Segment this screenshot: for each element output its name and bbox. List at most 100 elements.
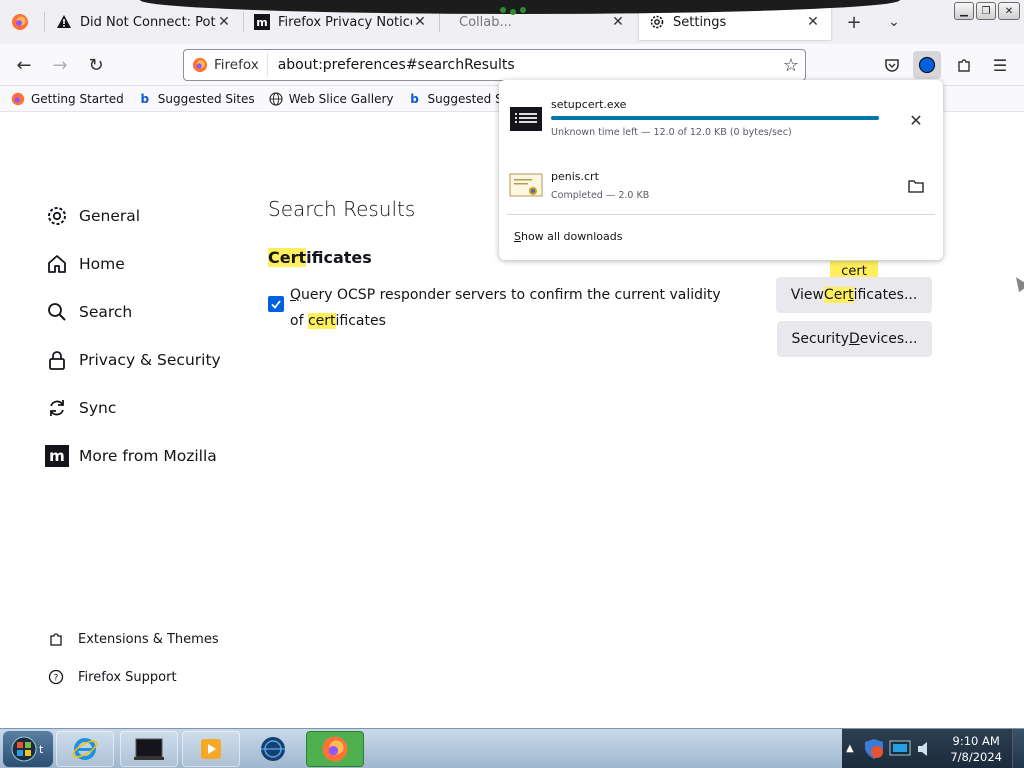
search-highlight: Cert (268, 248, 307, 267)
bookmark-web-slice-gallery[interactable]: Web Slice Gallery (268, 91, 393, 107)
reload-icon: ↻ (88, 54, 104, 76)
sidebar-item-label: Sync (79, 399, 117, 417)
sidebar-link-extensions-themes[interactable]: Extensions & Themes (47, 620, 257, 658)
taskbar-terminal[interactable] (120, 731, 178, 767)
sidebar-link-label: Extensions & Themes (78, 631, 219, 647)
sidebar-item-home[interactable]: Home (45, 240, 255, 288)
view-certificates-button[interactable]: View Cer t ificates... (776, 277, 932, 313)
terminal-icon (134, 738, 164, 760)
bookmark-star-button[interactable]: ☆ (777, 55, 805, 76)
sidebar-link-label: Firefox Support (78, 669, 177, 685)
search-highlight: cert (307, 313, 336, 329)
identity-box[interactable]: Firefox (184, 53, 268, 77)
bookmark-label: Getting Started (31, 91, 124, 106)
url-bar[interactable]: Firefox about:preferences#searchResults … (183, 49, 806, 81)
page-title: Search Results (268, 197, 416, 221)
sidebar-item-sync[interactable]: Sync (45, 384, 255, 432)
media-player-icon (201, 739, 221, 759)
downloads-panel: setupcert.exe Unknown time left — 12.0 o… (499, 80, 943, 260)
svg-text:?: ? (54, 674, 59, 684)
taskbar-network[interactable] (244, 731, 302, 767)
tray-expand-icon[interactable]: ▲ (846, 743, 854, 754)
svg-text:m: m (256, 16, 267, 29)
ocsp-label[interactable]: Query OCSP responder servers to confirm … (290, 282, 738, 334)
list-tabs-button[interactable]: ⌄ (882, 10, 906, 34)
restore-button[interactable]: ❐ (976, 2, 996, 20)
star-icon: ☆ (782, 54, 800, 76)
security-devices-button[interactable]: Security Devices... (777, 321, 932, 357)
sidebar-link-firefox-support[interactable]: ? Firefox Support (47, 658, 257, 696)
back-button[interactable]: ← (10, 51, 38, 79)
taskbar-firefox[interactable] (306, 731, 364, 767)
taskbar-internet-explorer[interactable] (56, 731, 114, 767)
window-controls: ▁ ❐ ✕ (954, 2, 1020, 20)
sidebar-item-search[interactable]: Search (45, 288, 255, 336)
download-status: Unknown time left — 12.0 of 12.0 KB (0 b… (551, 127, 792, 138)
start-button[interactable]: t (3, 731, 53, 767)
home-icon (45, 252, 69, 276)
ocsp-setting: Query OCSP responder servers to confirm … (268, 282, 738, 334)
puzzle-icon (47, 630, 65, 648)
sidebar-item-more-from-mozilla[interactable]: m More from Mozilla (45, 432, 255, 480)
taskbar-media-player[interactable] (182, 731, 240, 767)
sidebar-item-privacy-security[interactable]: Privacy & Security (45, 336, 255, 384)
download-item[interactable]: setupcert.exe Unknown time left — 12.0 o… (499, 90, 943, 150)
mozilla-icon: m (254, 14, 270, 30)
minimize-button[interactable]: ▁ (954, 2, 974, 20)
link-text: how all downloads (520, 230, 623, 243)
url-input[interactable]: about:preferences#searchResults (278, 57, 777, 73)
new-tab-button[interactable]: + (842, 10, 866, 34)
access-key: Q (290, 287, 302, 303)
close-icon[interactable]: ✕ (216, 14, 232, 30)
tab-title: Firefox Privacy Notice — Mozilla (278, 14, 412, 30)
access-key: D (848, 331, 860, 347)
close-window-button[interactable]: ✕ (998, 2, 1020, 20)
hamburger-icon: ☰ (992, 55, 1008, 75)
show-desktop-button[interactable] (1012, 729, 1024, 768)
show-all-downloads-link[interactable]: Show all downloads (514, 230, 622, 243)
start-label: t (39, 742, 44, 756)
folder-icon (908, 180, 924, 193)
ocsp-checkbox[interactable] (268, 296, 284, 312)
cancel-download-button[interactable]: ✕ (904, 108, 928, 132)
show-in-folder-button[interactable] (904, 174, 928, 198)
bookmark-getting-started[interactable]: Getting Started (10, 91, 124, 107)
close-icon: ✕ (1004, 5, 1014, 17)
system-tray: ▲ 9:10 AM 7/8/2024 (842, 729, 1024, 768)
firefox-icon (10, 91, 26, 107)
monitor-icon[interactable] (888, 737, 912, 761)
close-icon[interactable]: ✕ (805, 14, 821, 30)
shield-icon[interactable] (862, 737, 886, 761)
pocket-button[interactable] (878, 51, 906, 79)
sidebar-item-label: Search (79, 303, 133, 321)
download-filename: penis.crt (551, 170, 599, 183)
forward-button[interactable]: → (46, 51, 74, 79)
executable-file-icon (510, 107, 542, 131)
extensions-button[interactable] (950, 51, 978, 79)
sidebar-item-general[interactable]: General (45, 192, 255, 240)
sidebar-footer: Extensions & Themes ? Firefox Support (47, 620, 257, 696)
button-text: evices... (859, 331, 918, 347)
lock-icon (45, 348, 69, 372)
firefox-icon (192, 57, 208, 73)
label-text: ificates (335, 313, 386, 329)
reload-button[interactable]: ↻ (82, 51, 110, 79)
arrow-right-icon: → (52, 54, 68, 76)
firefox-view-button[interactable] (0, 0, 40, 44)
network-globe-icon (261, 737, 285, 761)
chevron-down-icon: ⌄ (888, 14, 900, 30)
system-clock[interactable]: 9:10 AM 7/8/2024 (950, 733, 1002, 765)
close-icon[interactable]: ✕ (610, 14, 626, 30)
close-icon[interactable]: ✕ (412, 14, 428, 30)
arrow-left-icon: ← (16, 54, 32, 76)
settings-sidebar: General Home Search Privacy & Security S… (45, 192, 255, 480)
sound-icon[interactable] (914, 737, 938, 761)
identity-label: Firefox (214, 57, 259, 73)
menu-button[interactable]: ☰ (986, 51, 1014, 79)
download-item[interactable]: penis.crt Completed — 2.0 KB (499, 158, 943, 218)
sidebar-item-label: More from Mozilla (79, 447, 217, 465)
downloads-button[interactable] (913, 51, 941, 79)
globe-icon (268, 91, 284, 107)
bookmark-suggested-sites[interactable]: b Suggested Sites (137, 91, 254, 107)
download-progress-fill (551, 116, 879, 120)
